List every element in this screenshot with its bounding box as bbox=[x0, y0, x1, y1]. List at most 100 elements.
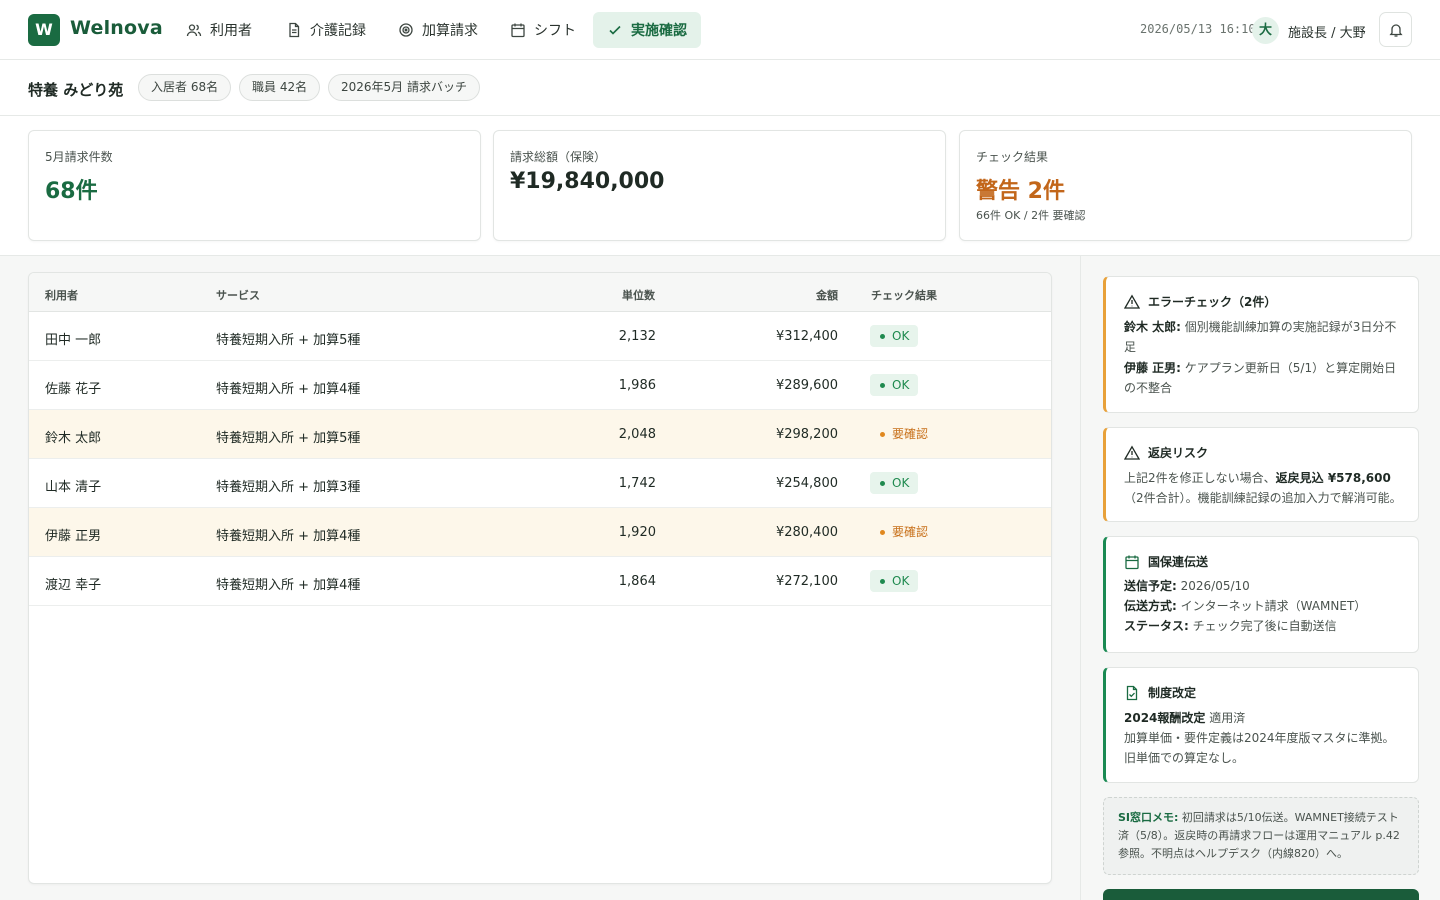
cell-service: 特養短期入所 + 加算4種 bbox=[216, 578, 361, 593]
refund-risk-card: 返戻リスク 上記2件を修正しない場合、返戻見込 ¥578,600 （2件合計）。… bbox=[1103, 427, 1419, 522]
status-badge[interactable]: 要確認 bbox=[870, 521, 937, 543]
transmission-key: 送信予定: bbox=[1124, 579, 1177, 593]
cell-amount: ¥280,400 bbox=[775, 525, 838, 540]
residents-chip: 入居者 68名 bbox=[138, 74, 232, 101]
transmission-key: ステータス: bbox=[1124, 619, 1189, 633]
nav-verification[interactable]: 実施確認 bbox=[593, 12, 701, 48]
nav-shift[interactable]: シフト bbox=[496, 12, 590, 48]
cell-resident[interactable]: 渡辺 幸子 bbox=[45, 574, 101, 593]
cell-resident[interactable]: 伊藤 正男 bbox=[45, 525, 101, 544]
right-panel: エラーチェック（2件） 鈴木 太郎: 個別機能訓練加算の実施記録が3日分不 足 … bbox=[1080, 256, 1440, 900]
avatar[interactable]: 大 bbox=[1252, 17, 1279, 44]
status-badge[interactable]: OK bbox=[870, 325, 919, 347]
status-badge[interactable]: OK bbox=[870, 374, 919, 396]
card-title: 返戻リスク bbox=[1124, 444, 1208, 461]
revision-key: 2024報酬改定 bbox=[1124, 711, 1206, 725]
check-icon bbox=[609, 25, 621, 35]
nav-users[interactable]: 利用者 bbox=[172, 12, 266, 48]
col-service[interactable]: サービス bbox=[216, 287, 260, 303]
kpi-claim-count: 5月請求件数 68件 bbox=[28, 130, 481, 241]
cell-service: 特養短期入所 + 加算4種 bbox=[216, 529, 361, 544]
primary-action-button[interactable] bbox=[1103, 889, 1419, 900]
card-title: 国保連伝送 bbox=[1124, 553, 1208, 570]
billing-batch-chip[interactable]: 2026年5月 請求バッチ bbox=[328, 74, 480, 101]
brand-logo[interactable]: W bbox=[28, 14, 60, 46]
cell-resident[interactable]: 佐藤 花子 bbox=[45, 378, 101, 397]
cell-amount: ¥272,100 bbox=[775, 574, 838, 589]
bell-icon bbox=[1388, 23, 1403, 37]
target-icon bbox=[399, 23, 413, 37]
cell-units: 1,986 bbox=[618, 378, 656, 393]
transmission-value: 2026/05/10 bbox=[1176, 579, 1250, 593]
status-badge[interactable]: OK bbox=[870, 570, 919, 592]
transmission-body: 送信予定: 2026/05/10 伝送方式: インターネット請求（WAMNET）… bbox=[1124, 576, 1408, 636]
kpi-label: 5月請求件数 bbox=[45, 150, 113, 164]
kpi-claim-total: 請求総額（保険） ¥19,840,000 bbox=[493, 130, 946, 241]
table-header: 利用者 サービス 単位数 金額 チェック結果 bbox=[29, 273, 1051, 312]
nav-shift-label: シフト bbox=[534, 23, 576, 39]
memo-key: SI窓口メモ: bbox=[1118, 811, 1179, 824]
cell-units: 1,864 bbox=[618, 574, 656, 589]
notifications-button[interactable] bbox=[1379, 12, 1412, 47]
cell-service: 特養短期入所 + 加算5種 bbox=[216, 431, 361, 446]
card-title: 制度改定 bbox=[1124, 684, 1196, 701]
nav-care-records[interactable]: 介護記録 bbox=[272, 12, 380, 48]
table-row[interactable]: 伊藤 正男 特養短期入所 + 加算4種 1,920 ¥280,400 要確認 bbox=[29, 508, 1051, 557]
status-badge[interactable]: 要確認 bbox=[870, 423, 937, 445]
col-check[interactable]: チェック結果 bbox=[871, 287, 937, 303]
nav-users-label: 利用者 bbox=[210, 23, 252, 39]
si-memo: SI窓口メモ: 初回請求は5/10伝送。WAMNET接続テスト済（5/8）。返戻… bbox=[1103, 797, 1419, 875]
document-icon bbox=[289, 22, 300, 38]
facility-name: 特養 みどり苑 bbox=[28, 81, 124, 99]
error-item-text-cont: 足 bbox=[1124, 340, 1137, 354]
facility-bar: 特養 みどり苑 入居者 68名 職員 42名 2026年5月 請求バッチ bbox=[0, 60, 1440, 116]
transmission-card: 国保連伝送 送信予定: 2026/05/10 伝送方式: インターネット請求（W… bbox=[1103, 536, 1419, 653]
warning-icon bbox=[1124, 293, 1140, 309]
cell-units: 2,048 bbox=[618, 427, 656, 442]
error-check-body: 鈴木 太郎: 個別機能訓練加算の実施記録が3日分不 足 伊藤 正男: ケアプラン… bbox=[1124, 317, 1408, 398]
current-datetime: 2026/05/13 16:10 bbox=[1140, 22, 1256, 36]
table-row[interactable]: 佐藤 花子 特養短期入所 + 加算4種 1,986 ¥289,600 OK bbox=[29, 361, 1051, 410]
cell-resident[interactable]: 山本 清子 bbox=[45, 476, 101, 495]
error-check-title: エラーチェック（2件） bbox=[1148, 295, 1277, 309]
table-row[interactable]: 山本 清子 特養短期入所 + 加算3種 1,742 ¥254,800 OK bbox=[29, 459, 1051, 508]
staff-chip: 職員 42名 bbox=[239, 74, 321, 101]
billing-table: 利用者 サービス 単位数 金額 チェック結果 田中 一郎特養短期入所 + 加算5… bbox=[28, 272, 1052, 884]
cell-resident[interactable]: 鈴木 太郎 bbox=[45, 427, 101, 446]
table-row[interactable]: 田中 一郎 特養短期入所 + 加算5種 2,132 ¥312,400 OK bbox=[29, 312, 1051, 361]
error-item-text: ケアプラン更新日（5/1）と算定開始日 bbox=[1180, 361, 1397, 375]
cell-amount: ¥312,400 bbox=[775, 329, 838, 344]
transmission-value: チェック完了後に自動送信 bbox=[1188, 619, 1337, 633]
col-resident[interactable]: 利用者 bbox=[45, 287, 78, 303]
col-units[interactable]: 単位数 bbox=[622, 287, 655, 303]
cell-resident[interactable]: 田中 一郎 bbox=[45, 329, 101, 348]
cell-service: 特養短期入所 + 加算3種 bbox=[216, 480, 361, 495]
calendar-icon bbox=[1125, 555, 1139, 569]
status-badge[interactable]: OK bbox=[870, 472, 919, 494]
nav-care-records-label: 介護記録 bbox=[310, 23, 366, 39]
error-item-name[interactable]: 伊藤 正男: bbox=[1124, 361, 1181, 375]
revision-text: 加算単価・要件定義は2024年度版マスタに準拠。 bbox=[1124, 731, 1395, 745]
kpi-value: 警告 2件 bbox=[976, 179, 1065, 204]
cell-service: 特養短期入所 + 加算4種 bbox=[216, 382, 361, 397]
refund-risk-text: 上記2件を修正しない場合、 bbox=[1124, 471, 1276, 485]
kpi-value: 68件 bbox=[45, 179, 98, 204]
table-row[interactable]: 鈴木 太郎 特養短期入所 + 加算5種 2,048 ¥298,200 要確認 bbox=[29, 410, 1051, 459]
error-item-name[interactable]: 鈴木 太郎: bbox=[1124, 320, 1181, 334]
cell-units: 1,920 bbox=[618, 525, 656, 540]
document-check-icon bbox=[1126, 685, 1138, 700]
transmission-key: 伝送方式: bbox=[1124, 599, 1177, 613]
col-amount[interactable]: 金額 bbox=[816, 287, 838, 303]
nav-billing[interactable]: 加算請求 bbox=[384, 12, 492, 48]
brand-name[interactable]: Welnova bbox=[70, 17, 163, 39]
error-item-text: 個別機能訓練加算の実施記録が3日分不 bbox=[1180, 320, 1397, 334]
cell-units: 2,132 bbox=[618, 329, 656, 344]
table-row[interactable]: 渡辺 幸子 特養短期入所 + 加算4種 1,864 ¥272,100 OK bbox=[29, 557, 1051, 606]
user-name[interactable]: 施設長 / 大野 bbox=[1288, 22, 1366, 41]
warning-icon bbox=[1124, 444, 1140, 460]
refund-risk-title: 返戻リスク bbox=[1148, 446, 1209, 460]
revision-body: 2024報酬改定 適用済 加算単価・要件定義は2024年度版マスタに準拠。 旧単… bbox=[1124, 708, 1414, 768]
cell-amount: ¥254,800 bbox=[775, 476, 838, 491]
refund-risk-text-2: （2件合計）。機能訓練記録の追加入力で解消可能。 bbox=[1124, 491, 1402, 505]
error-item-text-cont: の不整合 bbox=[1124, 381, 1173, 395]
